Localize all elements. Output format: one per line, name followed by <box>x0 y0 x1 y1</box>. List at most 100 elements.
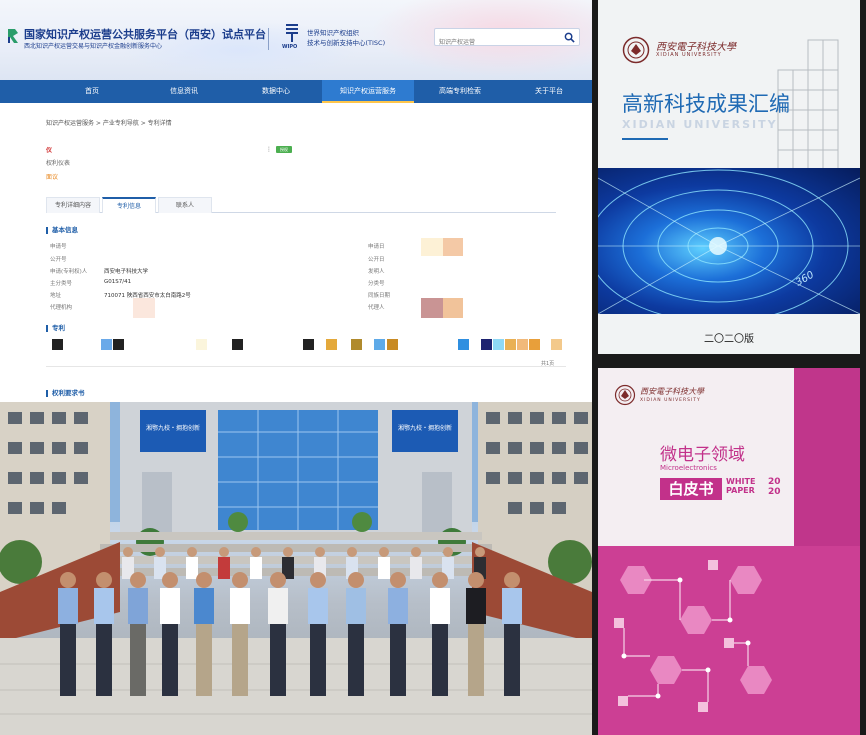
patent-price: 面议 <box>46 174 59 181</box>
collage: 国家知识产权运营公共服务平台（西安）试点平台 西北知识产权运营交易与知识产权金融… <box>0 0 866 735</box>
color-square <box>351 339 362 350</box>
breadcrumb[interactable]: 知识产权运营服务 > 产业专利导航 > 专利详情 <box>46 118 172 127</box>
book1-tech-artwork: 360 <box>598 168 860 314</box>
section-claims-text: 权利要求书 <box>46 390 85 397</box>
book2-school-name: 西安電子科技大學 <box>640 387 704 396</box>
book2-circuit-artwork <box>598 546 860 735</box>
redaction-block <box>421 238 443 256</box>
section-claims: 专利 <box>46 325 65 332</box>
book-cover-microelectronics: 西安電子科技大學 XIDIAN UNIVERSITY 微电子领域 Microel… <box>592 358 866 735</box>
book2-subtitle: Microelectronics <box>660 464 717 472</box>
nav-item-about[interactable]: 关于平台 <box>506 80 592 103</box>
redaction-block <box>443 298 463 318</box>
wipo-name-line1: 世界知识产权组织 <box>307 29 359 37</box>
wipo-logo-icon <box>286 24 298 42</box>
color-square <box>232 339 243 350</box>
artwork-number: 360 <box>794 270 816 289</box>
field-label: 同族日期 <box>368 293 391 299</box>
book2-white-paper-en: WHITE PAPER <box>726 477 755 495</box>
book2-title: 微电子领域 <box>660 445 745 465</box>
divider <box>46 366 566 367</box>
nav-item-news[interactable]: 信息资讯 <box>138 80 230 103</box>
field-label: 公开号 <box>50 257 67 263</box>
wipo-logo-text: WIPO <box>282 44 298 50</box>
detail-tabs: 专利详细内容 专利信息 联系人 <box>46 197 556 213</box>
color-square <box>551 339 562 350</box>
tab-patent-info[interactable]: 专利信息 <box>102 197 156 213</box>
main-nav: 首页 信息资讯 数据中心 知识产权运营服务 高端专利检索 关于平台 <box>0 80 592 103</box>
book2-year-line2: 20 <box>768 487 781 497</box>
main-class-value: G01S7/41 <box>104 279 132 285</box>
pager[interactable]: 共1页 <box>541 360 554 367</box>
book2-year: 20 20 <box>768 477 781 497</box>
field-label: 申请号 <box>50 244 67 250</box>
color-square <box>529 339 540 350</box>
header-divider <box>268 28 269 50</box>
color-square <box>505 339 516 350</box>
field-label: 代理机构 <box>50 305 73 311</box>
tab-patent-detail[interactable]: 专利详细内容 <box>46 197 100 213</box>
book1-rule <box>622 138 668 140</box>
field-label: 申请(专利权)人 <box>50 269 88 275</box>
field-label: 申请日 <box>368 244 385 250</box>
book2-wp-line2: PAPER <box>726 486 755 495</box>
section-basic-info: 基本信息 <box>46 227 78 234</box>
university-emblem-icon <box>622 36 650 64</box>
color-square <box>326 339 337 350</box>
applicant-value: 西安电子科技大学 <box>104 269 149 275</box>
book2-wp-line1: WHITE <box>726 477 756 486</box>
book2-school-name-en: XIDIAN UNIVERSITY <box>640 398 701 403</box>
university-emblem-icon <box>614 384 636 406</box>
site-title: 国家知识产权运营公共服务平台（西安）试点平台 <box>24 28 266 41</box>
book-cover-achievements: 西安電子科技大學 XIDIAN UNIVERSITY 高新科技成果汇编 XIDI… <box>592 0 866 358</box>
color-square <box>101 339 112 350</box>
search-input[interactable] <box>435 34 555 51</box>
field-label: 公开日 <box>368 257 385 263</box>
color-square <box>387 339 398 350</box>
field-label: 分类号 <box>368 281 385 287</box>
color-square <box>303 339 314 350</box>
site-header: 国家知识产权运营公共服务平台（西安）试点平台 西北知识产权运营交易与知识产权金融… <box>0 0 592 80</box>
group-photo-illustration: 湘鄂九校・拥抱创新 湘鄂九校・拥抱创新 <box>0 402 592 735</box>
color-square <box>196 339 207 350</box>
wipo-center-name: 世界知识产权组织 技术与创新支持中心(TISC) <box>307 28 385 48</box>
tab-contact[interactable]: 联系人 <box>158 197 212 213</box>
redaction-block <box>421 298 443 318</box>
color-square <box>493 339 504 350</box>
nav-item-data-center[interactable]: 数据中心 <box>230 80 322 103</box>
circuit-pattern-illustration <box>598 546 794 735</box>
book1-title: 高新科技成果汇编 <box>622 92 790 116</box>
search-icon[interactable] <box>564 32 575 43</box>
field-label: 主分类号 <box>50 281 73 287</box>
group-photo: 湘鄂九校・拥抱创新 湘鄂九校・拥抱创新 <box>0 402 592 735</box>
book2-white-paper-label: 白皮书 <box>660 478 722 500</box>
more-icon[interactable]: ⋮ <box>266 146 272 153</box>
color-square <box>458 339 469 350</box>
book1-school-name-en: XIDIAN UNIVERSITY <box>656 52 722 58</box>
field-label: 代理人 <box>368 305 385 311</box>
patent-title: 仪 <box>46 147 53 154</box>
status-badge: 授权 <box>276 146 292 153</box>
nav-item-patent-search[interactable]: 高端专利检索 <box>414 80 506 103</box>
color-square <box>481 339 492 350</box>
book2-year-line1: 20 <box>768 477 781 487</box>
color-square <box>374 339 385 350</box>
banner-left-text: 湘鄂九校・拥抱创新 <box>146 424 200 432</box>
search-box <box>434 28 580 51</box>
platform-logo-icon <box>8 29 18 43</box>
banner-right-text: 湘鄂九校・拥抱创新 <box>398 424 452 432</box>
book1-edition: 二〇二〇版 <box>704 334 754 345</box>
nav-item-home[interactable]: 首页 <box>46 80 138 103</box>
color-square <box>52 339 63 350</box>
book1-title-en: XIDIAN UNIVERSITY <box>622 118 778 131</box>
tech-tunnel-illustration: 360 <box>598 169 860 314</box>
site-subtitle: 西北知识产权运营交易与知识产权金融创新服务中心 <box>24 43 163 50</box>
color-square <box>517 339 528 350</box>
nav-item-ip-operation[interactable]: 知识产权运营服务 <box>322 80 414 103</box>
redaction-block <box>443 238 463 256</box>
book1-school-name: 西安電子科技大學 <box>656 42 736 53</box>
field-label: 发明人 <box>368 269 385 275</box>
redaction-block <box>133 298 155 318</box>
field-label: 地址 <box>50 293 62 299</box>
patent-platform-screenshot: 国家知识产权运营公共服务平台（西安）试点平台 西北知识产权运营交易与知识产权金融… <box>0 0 592 402</box>
